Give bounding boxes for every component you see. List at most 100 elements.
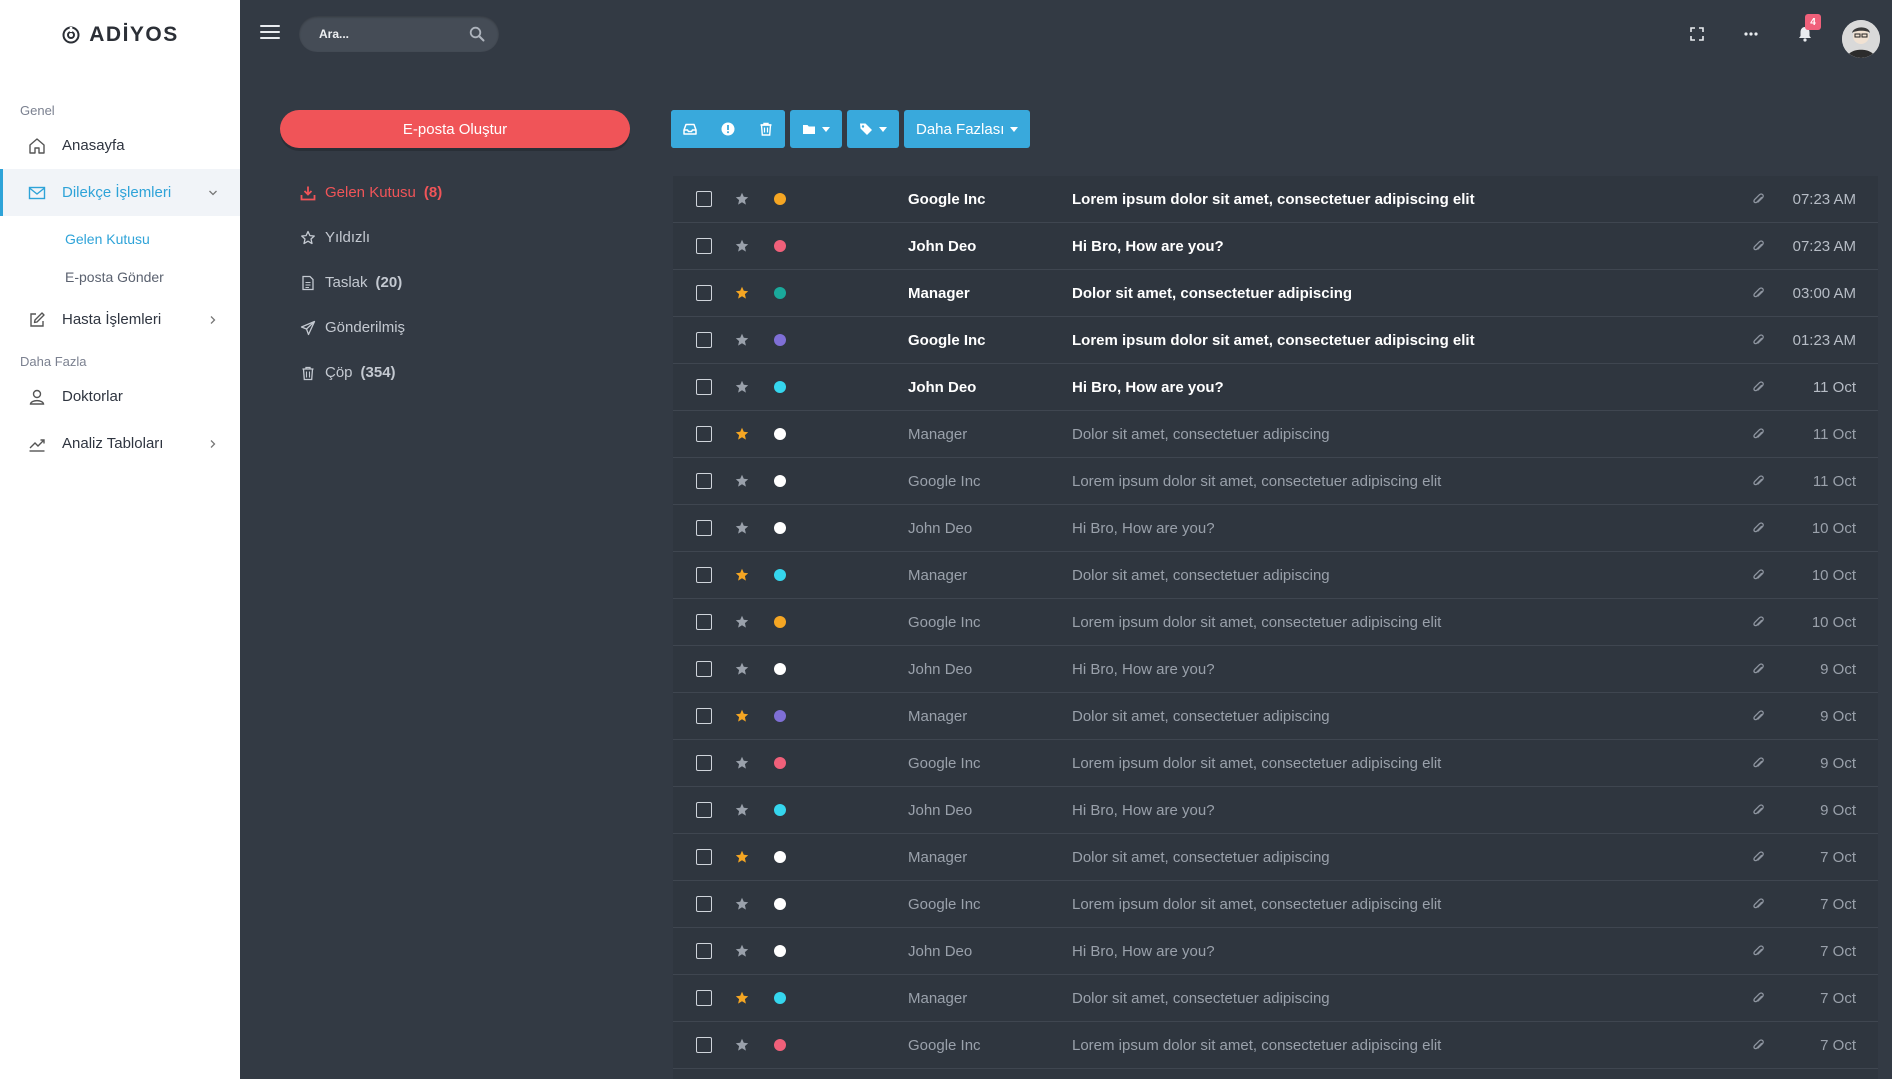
mail-subject: Hi Bro, How are you? (1072, 237, 1224, 255)
more-actions-dropdown[interactable]: Daha Fazlası (904, 110, 1031, 148)
table-row[interactable]: John Deo Hi Bro, How are you? 10 Oct (673, 505, 1878, 552)
table-row[interactable]: Manager Dolor sit amet, consectetuer adip… (673, 834, 1878, 881)
row-checkbox[interactable] (696, 458, 712, 504)
star-toggle[interactable] (735, 693, 749, 739)
row-checkbox[interactable] (696, 881, 712, 927)
table-row[interactable]: Google Inc Lorem ipsum dolor sit amet, co… (673, 1022, 1878, 1069)
table-row[interactable]: Google Inc Lorem ipsum dolor sit amet, co… (673, 317, 1878, 364)
attachment-icon (1752, 458, 1765, 504)
report-spam-button[interactable] (709, 110, 747, 148)
star-toggle[interactable] (735, 270, 749, 316)
row-checkbox[interactable] (696, 270, 712, 316)
sidebar-item-patients[interactable]: Hasta İşlemleri (0, 296, 240, 343)
delete-button[interactable] (747, 110, 785, 148)
row-checkbox[interactable] (696, 176, 712, 222)
attachment-icon (1752, 646, 1765, 692)
table-row[interactable]: John Deo Hi Bro, How are you? 9 Oct (673, 787, 1878, 834)
fullscreen-button[interactable] (1687, 24, 1707, 44)
search-icon[interactable] (469, 26, 485, 42)
table-row[interactable]: Manager Dolor sit amet, consectetuer adip… (673, 975, 1878, 1022)
attachment-icon (1752, 787, 1765, 833)
row-checkbox[interactable] (696, 223, 712, 269)
star-toggle[interactable] (735, 364, 749, 410)
table-row[interactable]: John Deo Hi Bro, How are you? 7 Oct (673, 928, 1878, 975)
table-row[interactable]: Manager Dolor sit amet, consectetuer adip… (673, 693, 1878, 740)
mail-sender: Google Inc (908, 613, 981, 631)
avatar-image (1842, 20, 1880, 58)
row-checkbox[interactable] (696, 787, 712, 833)
star-icon (735, 944, 749, 957)
archive-button[interactable] (671, 110, 709, 148)
star-toggle[interactable] (735, 787, 749, 833)
star-toggle[interactable] (735, 881, 749, 927)
table-row[interactable]: Manager Dolor sit amet, consectetuer adip… (673, 552, 1878, 599)
label-color-dot (774, 428, 786, 440)
table-row[interactable]: John Deo Hi Bro, How are you? 9 Oct (673, 646, 1878, 693)
folder-inbox[interactable]: Gelen Kutusu (8) (300, 170, 600, 215)
star-toggle[interactable] (735, 317, 749, 363)
row-checkbox[interactable] (696, 975, 712, 1021)
brand-logo[interactable]: ADİYOS (0, 0, 240, 70)
folder-drafts[interactable]: Taslak (20) (300, 260, 600, 305)
star-toggle[interactable] (735, 223, 749, 269)
table-row[interactable]: John Deo Hi Bro, How are you? 11 Oct (673, 364, 1878, 411)
star-toggle[interactable] (735, 834, 749, 880)
row-checkbox[interactable] (696, 317, 712, 363)
star-toggle[interactable] (735, 176, 749, 222)
more-options-button[interactable] (1741, 24, 1761, 44)
table-row[interactable]: Google Inc Lorem ipsum dolor sit amet, co… (673, 599, 1878, 646)
star-toggle[interactable] (735, 458, 749, 504)
row-checkbox[interactable] (696, 505, 712, 551)
star-toggle[interactable] (735, 975, 749, 1021)
star-toggle[interactable] (735, 411, 749, 457)
star-toggle[interactable] (735, 599, 749, 645)
avatar[interactable] (1842, 20, 1880, 58)
star-toggle[interactable] (735, 928, 749, 974)
label-dropdown[interactable] (847, 110, 899, 148)
sidebar-item-doctors[interactable]: Doktorlar (0, 373, 240, 420)
row-checkbox[interactable] (696, 834, 712, 880)
row-checkbox[interactable] (696, 411, 712, 457)
table-row[interactable]: Google Inc Lorem ipsum dolor sit amet, co… (673, 881, 1878, 928)
star-toggle[interactable] (735, 1022, 749, 1068)
search-input[interactable] (299, 26, 461, 42)
notifications-button[interactable]: 4 (1795, 14, 1821, 44)
row-checkbox[interactable] (696, 599, 712, 645)
row-checkbox[interactable] (696, 1022, 712, 1068)
checkbox-box (696, 708, 712, 724)
folder-trash[interactable]: Çöp (354) (300, 350, 600, 395)
row-checkbox[interactable] (696, 928, 712, 974)
mail-subject: Hi Bro, How are you? (1072, 519, 1215, 537)
folder-sent[interactable]: Gönderilmiş (300, 305, 600, 350)
sidebar-item-petitions[interactable]: Dilekçe İşlemleri (0, 169, 240, 216)
mail-sender: John Deo (908, 378, 977, 396)
table-row[interactable]: Google Inc Lorem ipsum dolor sit amet, co… (673, 458, 1878, 505)
mail-subject: Dolor sit amet, consectetuer adipiscing (1072, 989, 1330, 1007)
attachment-icon (1752, 928, 1765, 974)
row-checkbox[interactable] (696, 693, 712, 739)
star-toggle[interactable] (735, 505, 749, 551)
table-row[interactable]: Google Inc Lorem ipsum dolor sit amet, co… (673, 176, 1878, 223)
star-toggle[interactable] (735, 740, 749, 786)
menu-toggle-button[interactable] (260, 25, 280, 43)
table-row[interactable]: John Deo Hi Bro, How are you? 07:23 AM (673, 223, 1878, 270)
sidebar-subitem-send-email[interactable]: E-posta Gönder (0, 258, 240, 296)
table-row[interactable]: Google Inc Lorem ipsum dolor sit amet, co… (673, 740, 1878, 787)
star-toggle[interactable] (735, 552, 749, 598)
sidebar-item-analytics[interactable]: Analiz Tabloları (0, 420, 240, 467)
sidebar-subitem-inbox[interactable]: Gelen Kutusu (0, 220, 240, 258)
star-toggle[interactable] (735, 646, 749, 692)
sidebar-item-home[interactable]: Anasayfa (0, 122, 240, 169)
mail-sender: Manager (908, 848, 968, 866)
row-checkbox[interactable] (696, 740, 712, 786)
row-checkbox[interactable] (696, 552, 712, 598)
row-checkbox[interactable] (696, 364, 712, 410)
folder-starred[interactable]: Yıldızlı (300, 215, 600, 260)
table-row[interactable]: Manager Dolor sit amet, consectetuer adip… (673, 270, 1878, 317)
mail-sender: Google Inc (908, 1036, 981, 1054)
table-row[interactable]: Manager Dolor sit amet, consectetuer adip… (673, 411, 1878, 458)
mail-subject: Hi Bro, How are you? (1072, 942, 1215, 960)
row-checkbox[interactable] (696, 646, 712, 692)
move-to-folder-dropdown[interactable] (790, 110, 842, 148)
compose-email-button[interactable]: E-posta Oluştur (280, 110, 630, 148)
